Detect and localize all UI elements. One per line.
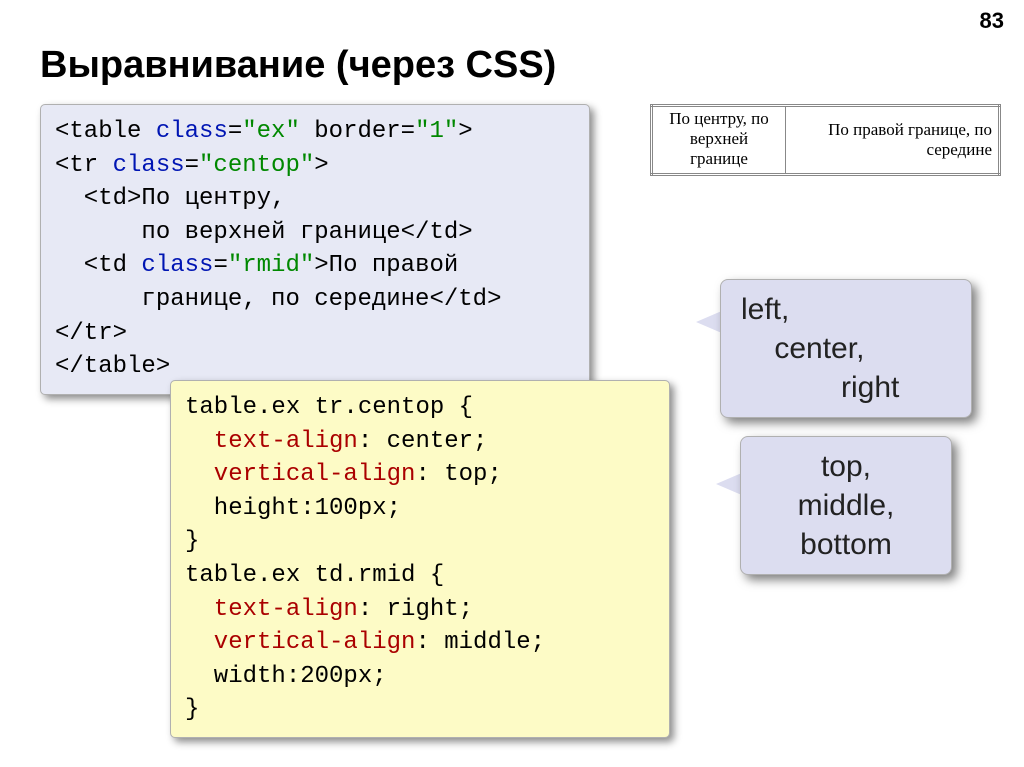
example-table: По центру, по верхней границе По правой … [650,104,1001,176]
example-cell-center-top: По центру, по верхней границе [652,106,786,175]
slide-title: Выравнивание (через CSS) [40,44,556,87]
code-text: table.ex tr.centop { text-align: center;… [185,394,545,723]
callout-vertical-align: top, middle, bottom [740,436,952,575]
callout-text-align: left, center, right [720,279,972,418]
code-text: <table class="ex" border="1"> <tr class=… [55,118,501,380]
example-cell-right-middle: По правой границе, по середине [786,106,1000,175]
page-number: 83 [980,8,1004,34]
code-block-html: <table class="ex" border="1"> <tr class=… [40,104,590,395]
code-block-css: table.ex tr.centop { text-align: center;… [170,380,670,738]
